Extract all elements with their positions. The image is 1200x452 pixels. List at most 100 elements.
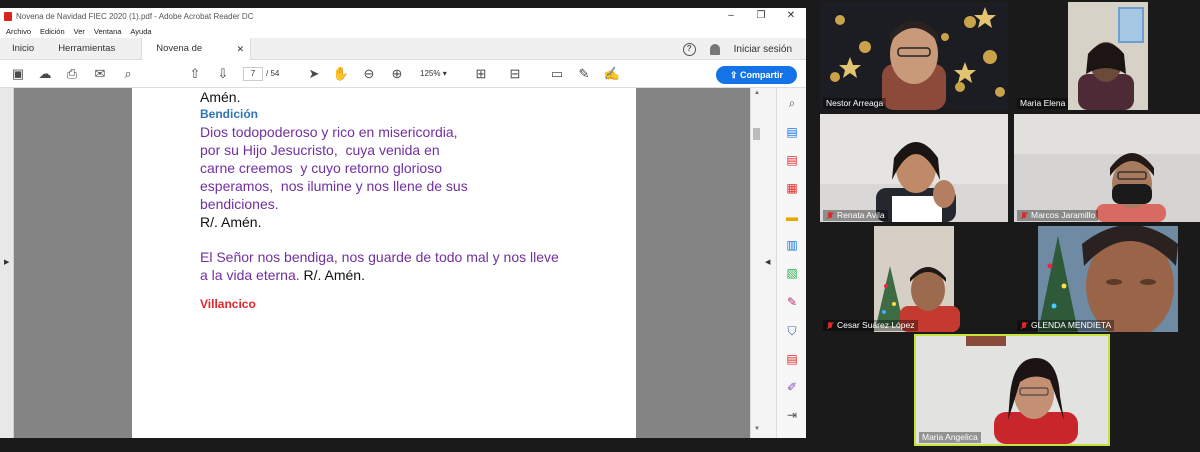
document-viewport[interactable]: Amén. Bendición Dios todopoderoso y rico… [14,88,750,438]
scroll-thumb[interactable] [753,128,760,140]
participant-video [820,226,1008,332]
right-tools-pane: ⌕ ▤ ▤ ▦ ▬ ▥ ▧ ✎ ⛉ ▤ ✐ ⇥ [776,88,806,438]
menu-edicion[interactable]: Edición [40,27,65,36]
blessing-line-1: Dios todopoderoso y rico en misericordia… [200,124,458,140]
blessing-line-3: carne creemos y cuyo retorno glorioso [200,160,442,176]
zoom-out-icon[interactable]: ⊖ [362,67,376,81]
page-down-icon[interactable]: ⇩ [216,67,230,81]
menu-ventana[interactable]: Ventana [94,27,122,36]
sign-pen-icon[interactable]: ✍ [604,67,620,81]
restore-icon[interactable]: ❐ [746,8,776,24]
highlight-pen-icon[interactable]: ✎ [577,67,591,81]
participant-tile[interactable]: Maria Elena [1014,2,1200,110]
zoom-tool-icon[interactable]: ⌕ [785,96,799,110]
participant-video [820,114,1008,222]
participant-name: Renata Avila [837,210,885,220]
menu-ver[interactable]: Ver [74,27,85,36]
combine-files-icon[interactable]: ▥ [785,238,799,252]
minimize-icon[interactable]: – [716,8,746,24]
share-button-label: Compartir [740,70,784,80]
tab-close-icon[interactable]: ✕ [237,38,245,60]
menu-bar: Archivo Edición Ver Ventana Ayuda [0,24,806,38]
participant-video [820,2,1008,110]
more-tools-icon[interactable]: ✐ [785,380,799,394]
save-icon[interactable]: ▣ [11,67,25,81]
screen: Novena de Navidad FIEC 2020 (1).pdf - Ad… [0,0,1200,452]
acrobat-logo-icon [4,11,12,21]
participant-tile[interactable]: Marcos Jaramillo [1014,114,1200,222]
select-cursor-icon[interactable]: ➤ [307,67,321,81]
tab-document[interactable]: Novena de Navida... ✕ [141,37,252,76]
page-total: / 54 [266,69,280,78]
acrobat-window: Novena de Navidad FIEC 2020 (1).pdf - Ad… [0,8,806,438]
email-icon[interactable]: ✉ [93,67,107,81]
response-amen: R/. Amén. [200,214,262,230]
scroll-mode-icon[interactable]: ⊟ [508,67,522,81]
left-panel-toggle[interactable]: ▶ [0,88,14,438]
closing-line-1: El Señor nos bendiga, nos guarde de todo… [200,249,559,265]
participant-name: Maria Angelica [922,432,978,442]
upload-cloud-icon[interactable]: ☁ [38,67,52,81]
search-icon[interactable]: ⌕ [121,67,135,81]
organize-pages-icon[interactable]: ▧ [785,266,799,280]
collapse-tools-icon[interactable]: ⇥ [785,408,799,422]
comment-icon[interactable]: ▭ [550,67,564,81]
protect-icon[interactable]: ⛉ [785,324,799,338]
video-gallery: Nestor Arreaga Maria Elena Renata Avila … [810,0,1200,452]
create-pdf-icon[interactable]: ▤ [785,153,799,167]
tab-inicio[interactable]: Inicio [0,38,46,60]
participant-tile[interactable]: Cesar Suárez López [820,226,1008,332]
window-title: Novena de Navidad FIEC 2020 (1).pdf - Ad… [16,11,254,21]
tab-herramientas[interactable]: Herramientas [46,38,127,60]
closing-line-2: a la vida eterna. R/. Amén. [200,266,365,284]
page-layout-icon[interactable]: ⊞ [474,67,488,81]
title-bar: Novena de Navidad FIEC 2020 (1).pdf - Ad… [0,8,806,24]
page-up-icon[interactable]: ⇧ [188,67,202,81]
participant-name-label: Maria Angelica [919,432,981,443]
print-icon[interactable]: ⎙ [65,67,79,81]
blessing-line-2: por su Hijo Jesucristo, cuya venida en [200,142,440,158]
participant-tile[interactable]: Nestor Arreaga [820,2,1008,110]
scroll-down-icon[interactable]: ▼ [754,426,760,432]
help-icon[interactable]: ? [682,42,696,56]
page-number-input[interactable]: 7 [243,67,263,81]
participant-tile-active-speaker[interactable]: Maria Angelica [914,334,1110,446]
zoom-level-select[interactable]: 125% ▾ [414,67,462,81]
participant-name: Nestor Arreaga [826,98,884,108]
muted-mic-icon [826,211,834,220]
document-content: ▶ Amén. Bendición Dios todopoderoso y ri… [0,88,806,438]
bell-icon[interactable] [709,43,720,55]
closing-line-2-purple: a la vida eterna. [200,267,300,283]
edit-pdf-icon[interactable]: ▦ [785,181,799,195]
participant-name-label: Renata Avila [823,210,888,221]
zoom-value: 125% [420,69,441,78]
menu-archivo[interactable]: Archivo [6,27,31,36]
hand-tool-icon[interactable]: ✋ [333,67,349,81]
participant-name: Cesar Suárez López [837,320,915,330]
blessing-line-4: esperamos, nos ilumine y nos llene de su… [200,178,468,194]
sign-in-link[interactable]: Iniciar sesión [734,44,792,55]
participant-name-label: Maria Elena [1017,98,1069,109]
close-icon[interactable]: ✕ [776,8,806,24]
compress-pdf-icon[interactable]: ▤ [785,352,799,366]
scroll-up-icon[interactable]: ▲ [754,90,760,96]
fill-sign-icon[interactable]: ✎ [785,295,799,309]
expand-left-icon[interactable]: ▶ [4,258,9,266]
zoom-in-icon[interactable]: ⊕ [390,67,404,81]
blessing-line-5: bendiciones. [200,196,279,212]
vertical-scrollbar[interactable]: ▲ ▼ [750,88,762,438]
amen-line: Amén. [200,89,241,105]
menu-ayuda[interactable]: Ayuda [130,27,151,36]
collapse-right-icon[interactable]: ◀ [765,258,770,266]
share-button[interactable]: ⇪ Compartir [716,66,797,84]
export-pdf-icon[interactable]: ▤ [785,125,799,139]
comment-tool-icon[interactable]: ▬ [785,210,799,224]
participant-name-label: Cesar Suárez López [823,320,918,331]
participant-name-label: Marcos Jaramillo [1017,210,1099,221]
participant-video [1014,2,1200,110]
muted-mic-icon [826,321,834,330]
tab-bar: Inicio Herramientas Novena de Navida... … [0,37,806,76]
participant-tile[interactable]: Renata Avila [820,114,1008,222]
participant-tile[interactable]: GLENDA MENDIETA [1014,226,1200,332]
participant-name-label: GLENDA MENDIETA [1017,320,1115,331]
